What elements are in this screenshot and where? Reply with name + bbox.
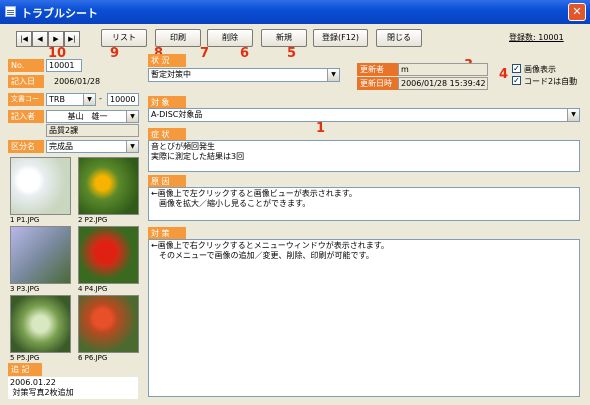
- category-label: 区分名: [8, 140, 44, 153]
- cause-textarea[interactable]: ←画像上で左クリックすると画像ビューが表示されます。 画像を拡大／縮小し見ること…: [148, 187, 580, 221]
- doc-separator: -: [99, 94, 102, 103]
- updated-at-label: 更新日時: [357, 77, 398, 90]
- doc-code-value: TRB: [49, 95, 65, 104]
- thumbnail-caption: 3 P3.JPG: [10, 285, 40, 293]
- first-record-button[interactable]: |◀: [16, 31, 32, 47]
- notes-textarea[interactable]: 2006.01.22 対策写真2枚追加: [8, 377, 138, 399]
- record-no-field[interactable]: 10001: [46, 59, 82, 72]
- photo-thumbnail[interactable]: [78, 226, 139, 284]
- thumbnail-caption: 1 P1.JPG: [10, 216, 40, 224]
- thumbnail-caption: 6 P6.JPG: [78, 354, 108, 362]
- form-panel: |◀ ◀ ▶ ▶| リスト 印刷 削除 新規 登録(F12) 閉じる 登録数: …: [4, 24, 586, 403]
- author-value: 基山 雄一: [67, 112, 108, 121]
- close-form-button[interactable]: 閉じる: [376, 29, 422, 47]
- print-button[interactable]: 印刷: [155, 29, 201, 47]
- date-label: 記入日: [8, 75, 44, 88]
- auto-code-checkbox[interactable]: ✓: [512, 76, 521, 85]
- measure-textarea[interactable]: ←画像上で右クリックするとメニューウィンドウが表示されます。 そのメニューで画像…: [148, 239, 580, 397]
- delete-button[interactable]: 削除: [207, 29, 253, 47]
- author-label: 記入者: [8, 110, 44, 123]
- status-value: 暫定対策中: [151, 70, 191, 79]
- symptom-textarea[interactable]: 音とびが頻回発生 実際に測定した結果は3回: [148, 140, 580, 172]
- last-record-button[interactable]: ▶|: [64, 31, 80, 47]
- doc-number-field[interactable]: 10000: [107, 93, 139, 106]
- chevron-down-icon[interactable]: ▼: [126, 111, 138, 122]
- status-label: 状 況: [148, 54, 186, 67]
- new-button[interactable]: 新規: [261, 29, 307, 47]
- callout-1: 1: [316, 121, 326, 136]
- thumbnail-caption: 2 P2.JPG: [78, 216, 108, 224]
- next-record-button[interactable]: ▶: [48, 31, 64, 47]
- no-label: No.: [8, 59, 44, 72]
- callout-4: 4: [499, 67, 509, 82]
- title-bar: トラブルシート ✕: [0, 0, 590, 24]
- prev-record-button[interactable]: ◀: [32, 31, 48, 47]
- callout-9: 9: [110, 46, 120, 61]
- updater-label: 更新者: [357, 63, 398, 76]
- date-value: 2006/01/28: [54, 77, 101, 86]
- list-button[interactable]: リスト: [101, 29, 147, 47]
- notes-label: 追 記: [8, 363, 42, 376]
- photo-thumbnail[interactable]: [10, 157, 71, 215]
- photo-thumbnail[interactable]: [10, 226, 71, 284]
- category-select[interactable]: 完成品 ▼: [46, 140, 139, 153]
- show-image-label: 画像表示: [524, 65, 556, 74]
- callout-5: 5: [287, 46, 297, 61]
- chevron-down-icon[interactable]: ▼: [83, 94, 95, 105]
- target-value: A-DISC対象品: [151, 110, 203, 119]
- updated-at-field: 2006/01/28 15:39:42: [398, 77, 488, 90]
- chevron-down-icon[interactable]: ▼: [126, 141, 138, 152]
- category-value: 完成品: [49, 142, 73, 151]
- callout-6: 6: [240, 46, 250, 61]
- status-select[interactable]: 暫定対策中 ▼: [148, 68, 340, 82]
- chevron-down-icon[interactable]: ▼: [567, 109, 579, 121]
- updater-field: m: [398, 63, 488, 76]
- window-title: トラブルシート: [21, 7, 98, 20]
- target-select[interactable]: A-DISC対象品 ▼: [148, 108, 580, 122]
- app-icon: [5, 6, 16, 17]
- thumbnail-caption: 4 P4.JPG: [78, 285, 108, 293]
- registered-count: 登録数: 10001: [509, 33, 564, 42]
- photo-thumbnail[interactable]: [10, 295, 71, 353]
- photo-thumbnail[interactable]: [78, 157, 139, 215]
- callout-7: 7: [200, 46, 210, 61]
- thumbnail-caption: 5 P5.JPG: [10, 354, 40, 362]
- close-window-button[interactable]: ✕: [568, 3, 586, 21]
- author-select[interactable]: 基山 雄一 ▼: [46, 110, 139, 123]
- auto-code-label: コード2は自動: [524, 77, 578, 86]
- chevron-down-icon[interactable]: ▼: [327, 69, 339, 81]
- register-button[interactable]: 登録(F12): [313, 29, 368, 47]
- doc-code-label: 文書コード: [8, 93, 44, 116]
- show-image-checkbox[interactable]: ✓: [512, 64, 521, 73]
- doc-code-select[interactable]: TRB ▼: [46, 93, 96, 106]
- photo-thumbnail[interactable]: [78, 295, 139, 353]
- department-field: 品質2課: [46, 124, 139, 137]
